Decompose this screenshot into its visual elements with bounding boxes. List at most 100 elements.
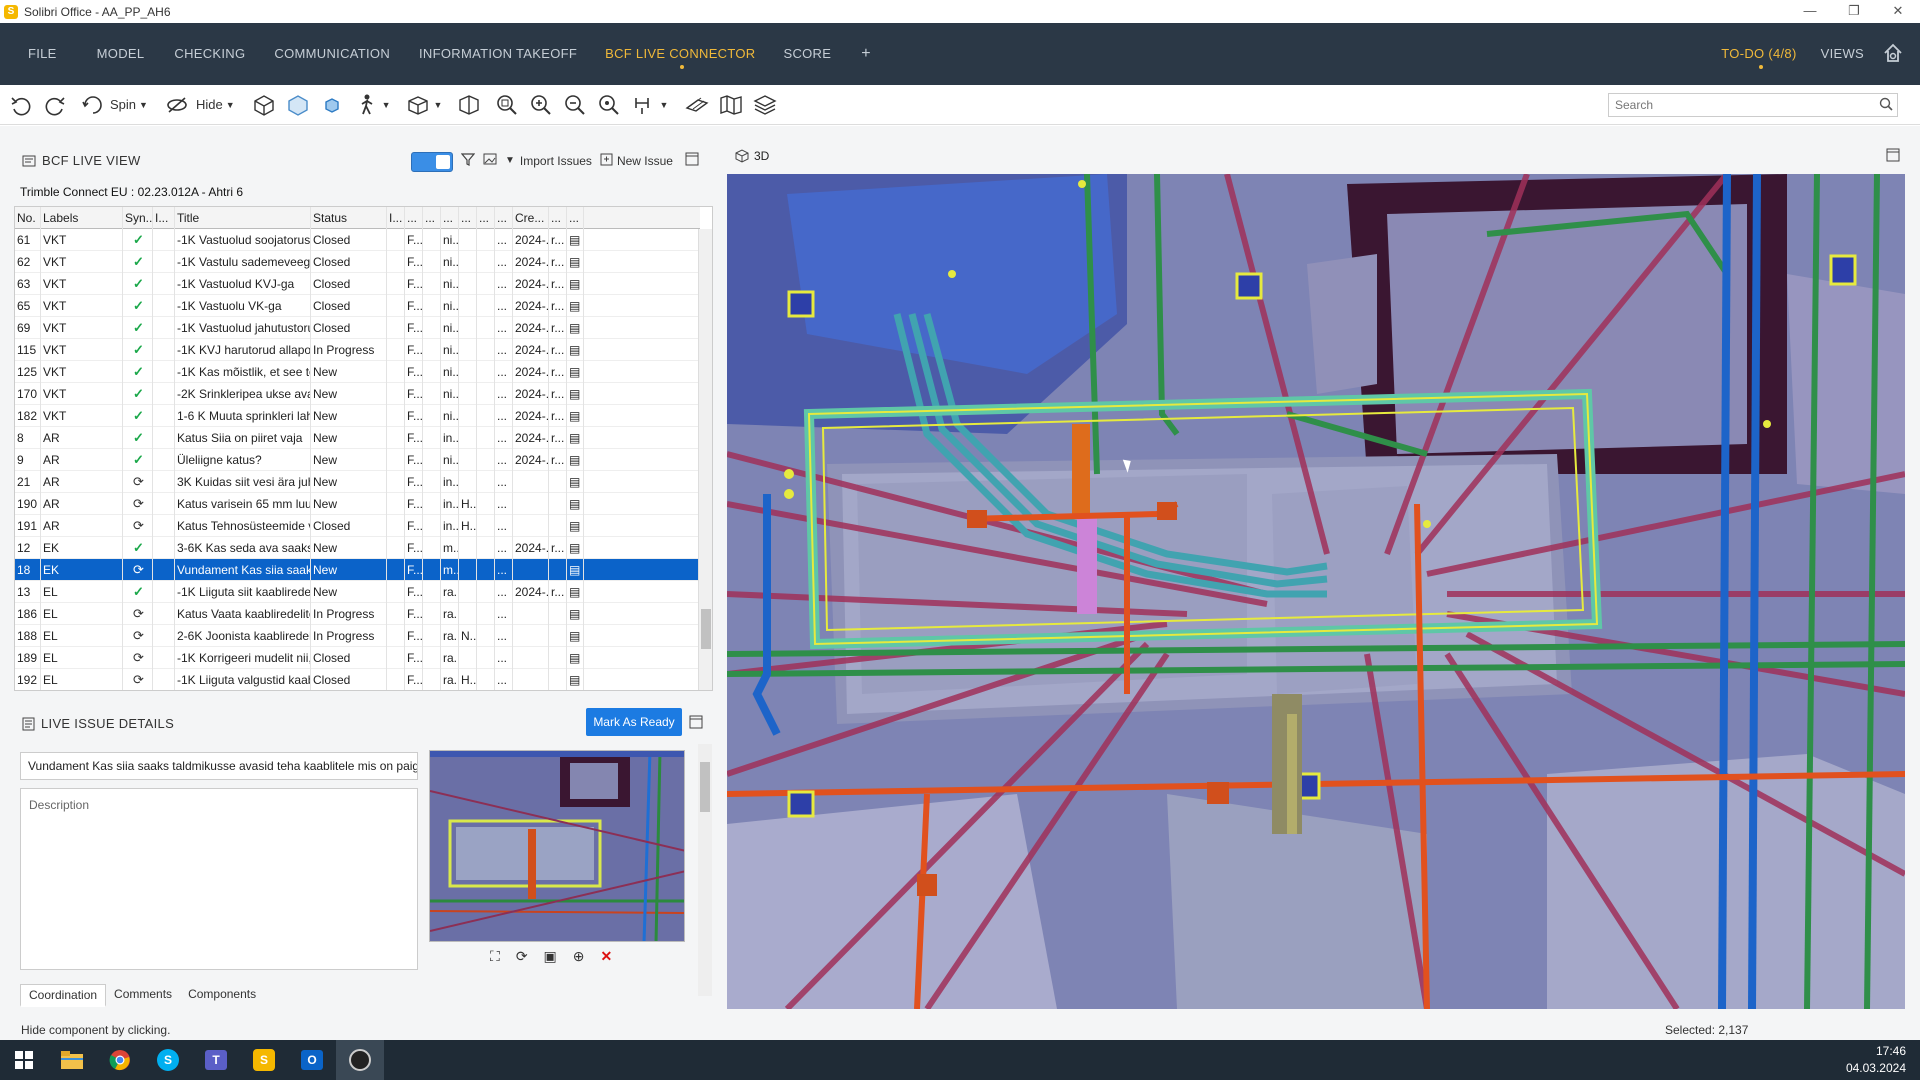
close-button[interactable]: ✕ — [1876, 0, 1920, 23]
description-field[interactable]: Description — [20, 788, 418, 970]
column-header[interactable]: ... — [567, 207, 584, 229]
column-header[interactable]: ... — [495, 207, 513, 229]
restore-button[interactable]: ❐ — [1832, 0, 1876, 23]
undo-icon[interactable] — [8, 89, 34, 121]
measure-icon[interactable]: ▼ — [630, 89, 668, 121]
table-row[interactable]: 125VKT✓ -1K Kas mõistlik, et see toru ...… — [15, 360, 700, 383]
map-icon[interactable] — [718, 89, 744, 121]
table-row[interactable]: 12EK✓ 3-6K Kas seda ava saaks teha ...New… — [15, 536, 700, 559]
walk-icon[interactable]: ▼ — [353, 89, 391, 121]
chevron-down-icon[interactable]: ▼ — [139, 100, 148, 110]
windows-start-icon[interactable] — [0, 1040, 48, 1080]
home-icon[interactable] — [1882, 42, 1904, 67]
table-row[interactable]: 190AR⟳ Katus varisein 65 mm luugi p...New… — [15, 492, 700, 515]
menu-checking[interactable]: CHECKING — [174, 23, 245, 85]
isolate-icon[interactable] — [251, 89, 277, 121]
table-scrollbar[interactable] — [698, 229, 712, 690]
table-row[interactable]: 18EK⟳ Vundament Kas siia saaks tal...New F… — [15, 558, 700, 581]
table-row[interactable]: 182VKT✓ 1-6 K Muuta sprinkleri lahen...Ne… — [15, 404, 700, 427]
details-scrollbar[interactable] — [698, 744, 712, 996]
column-header[interactable]: No. — [15, 207, 41, 229]
menu-score[interactable]: SCORE — [783, 23, 831, 85]
new-issue-button[interactable]: New Issue — [617, 154, 673, 168]
obs-icon[interactable] — [336, 1040, 384, 1080]
column-header[interactable]: Syn... — [123, 207, 153, 229]
spin-button[interactable]: Spin ▼ — [80, 89, 148, 121]
column-header[interactable]: ... — [549, 207, 567, 229]
slice-icon[interactable] — [684, 89, 710, 121]
search-icon[interactable] — [1879, 96, 1893, 118]
system-clock[interactable]: 17:46 04.03.2024 — [1846, 1043, 1906, 1077]
column-header[interactable]: I... — [387, 207, 405, 229]
column-header[interactable]: Title — [175, 207, 311, 229]
menu-bcf-live-connector[interactable]: BCF LIVE CONNECTOR — [605, 23, 755, 85]
column-header[interactable]: Labels — [41, 207, 123, 229]
chrome-icon[interactable] — [96, 1040, 144, 1080]
image-icon[interactable]: ▣ — [544, 948, 557, 965]
maximize-panel-icon[interactable] — [689, 715, 703, 732]
import-issues-button[interactable]: Import Issues — [520, 154, 592, 168]
table-row[interactable]: 188EL⟳ 2-6K Joonista kaabliredelid ni...I… — [15, 624, 700, 647]
chevron-down-icon[interactable]: ▼ — [505, 155, 515, 166]
table-row[interactable]: 8 AR ✓ Katus Siia on piiret vaja New F... in..… — [15, 426, 700, 449]
menu-model[interactable]: MODEL — [97, 23, 145, 85]
maximize-panel-icon[interactable] — [685, 152, 699, 169]
3d-viewport[interactable] — [727, 174, 1905, 1009]
table-row[interactable]: 189EL⟳ -1K Korrigeeri mudelit nii, et l..… — [15, 646, 700, 669]
table-row[interactable]: 62 VKT ✓ -1K Vastulu sademeveega Closed F... n… — [15, 250, 700, 273]
chevron-down-icon[interactable]: ▼ — [659, 100, 668, 110]
table-row[interactable]: 115VKT✓ -1K KVJ harutorud allapooleIn Pro… — [15, 338, 700, 361]
tab-coordination[interactable]: Coordination — [20, 984, 107, 1007]
teams-icon[interactable]: T — [192, 1040, 240, 1080]
table-row[interactable]: 63 VKT ✓ -1K Vastuolud KVJ-ga Closed F... ni..… — [15, 272, 700, 295]
table-row[interactable]: 61VKT✓ -1K Vastuolud soojatorustiku...Clo… — [15, 228, 700, 251]
column-header[interactable]: ... — [459, 207, 477, 229]
table-row[interactable]: 191AR⟳ Katus Tehnosüsteemide varis...Clos… — [15, 514, 700, 537]
hide-button[interactable]: Hide ▼ — [164, 89, 235, 121]
scrollbar-thumb[interactable] — [700, 762, 710, 812]
filter-icon[interactable] — [460, 152, 476, 169]
zoom-in-icon[interactable] — [528, 89, 554, 121]
transparency-icon[interactable] — [285, 89, 311, 121]
add-tab-button[interactable]: + — [861, 23, 871, 85]
solibri-taskbar-icon[interactable]: S — [240, 1040, 288, 1080]
redo-icon[interactable] — [42, 89, 68, 121]
zoom-out-icon[interactable] — [562, 89, 588, 121]
menu-communication[interactable]: COMMUNICATION — [274, 23, 390, 85]
zoom-fit-icon[interactable] — [494, 89, 520, 121]
viewpoint-thumbnail[interactable] — [429, 750, 685, 942]
delete-icon[interactable]: ✕ — [601, 948, 613, 965]
table-row[interactable]: 13EL✓ -1K Liiguta siit kaabliredelit n...… — [15, 580, 700, 603]
column-header[interactable]: Cre... — [513, 207, 549, 229]
issue-title-field[interactable]: Vundament Kas siia saaks taldmikusse ava… — [20, 752, 418, 780]
zoom-selection-icon[interactable] — [596, 89, 622, 121]
capture-viewpoint-icon[interactable]: ⛶ — [490, 948, 500, 965]
tab-comments[interactable]: Comments — [106, 984, 180, 1007]
tab-components[interactable]: Components — [180, 984, 264, 1007]
live-sync-toggle[interactable] — [411, 152, 453, 172]
new-issue-icon[interactable] — [600, 153, 613, 169]
column-header[interactable]: ... — [441, 207, 459, 229]
zoom-in-icon[interactable]: ⊕ — [573, 948, 585, 965]
chevron-down-icon[interactable]: ▼ — [382, 100, 391, 110]
table-row[interactable]: 9AR✓ Üleliigne katus?New F... ni......2024-… — [15, 448, 700, 471]
file-explorer-icon[interactable] — [48, 1040, 96, 1080]
table-row[interactable]: 170VKT✓ -2K Srinkleripea ukse avanem...Ne… — [15, 382, 700, 405]
table-row[interactable]: 21AR⟳ 3K Kuidas siit vesi ära juhitak...N… — [15, 470, 700, 493]
outlook-icon[interactable]: O — [288, 1040, 336, 1080]
chevron-down-icon[interactable]: ▼ — [226, 100, 235, 110]
layers-icon[interactable] — [752, 89, 778, 121]
refresh-icon[interactable]: ⟳ — [516, 948, 528, 965]
select-all-icon[interactable] — [319, 89, 345, 121]
menu-file[interactable]: FILE — [28, 23, 57, 85]
section-box-icon[interactable] — [456, 89, 482, 121]
column-header[interactable]: Status — [311, 207, 387, 229]
table-row[interactable]: 186EL⟳ Katus Vaata kaabliredelite pai...I… — [15, 602, 700, 625]
column-header[interactable]: I... — [153, 207, 175, 229]
scrollbar-thumb[interactable] — [701, 609, 711, 649]
column-header[interactable]: ... — [423, 207, 441, 229]
views-button[interactable]: VIEWS — [1821, 23, 1864, 85]
skype-icon[interactable]: S — [144, 1040, 192, 1080]
table-row[interactable]: 65 VKT ✓ -1K Vastuolu VK-ga Closed F... ni....… — [15, 294, 700, 317]
todo-button[interactable]: TO-DO (4/8) — [1721, 23, 1796, 85]
